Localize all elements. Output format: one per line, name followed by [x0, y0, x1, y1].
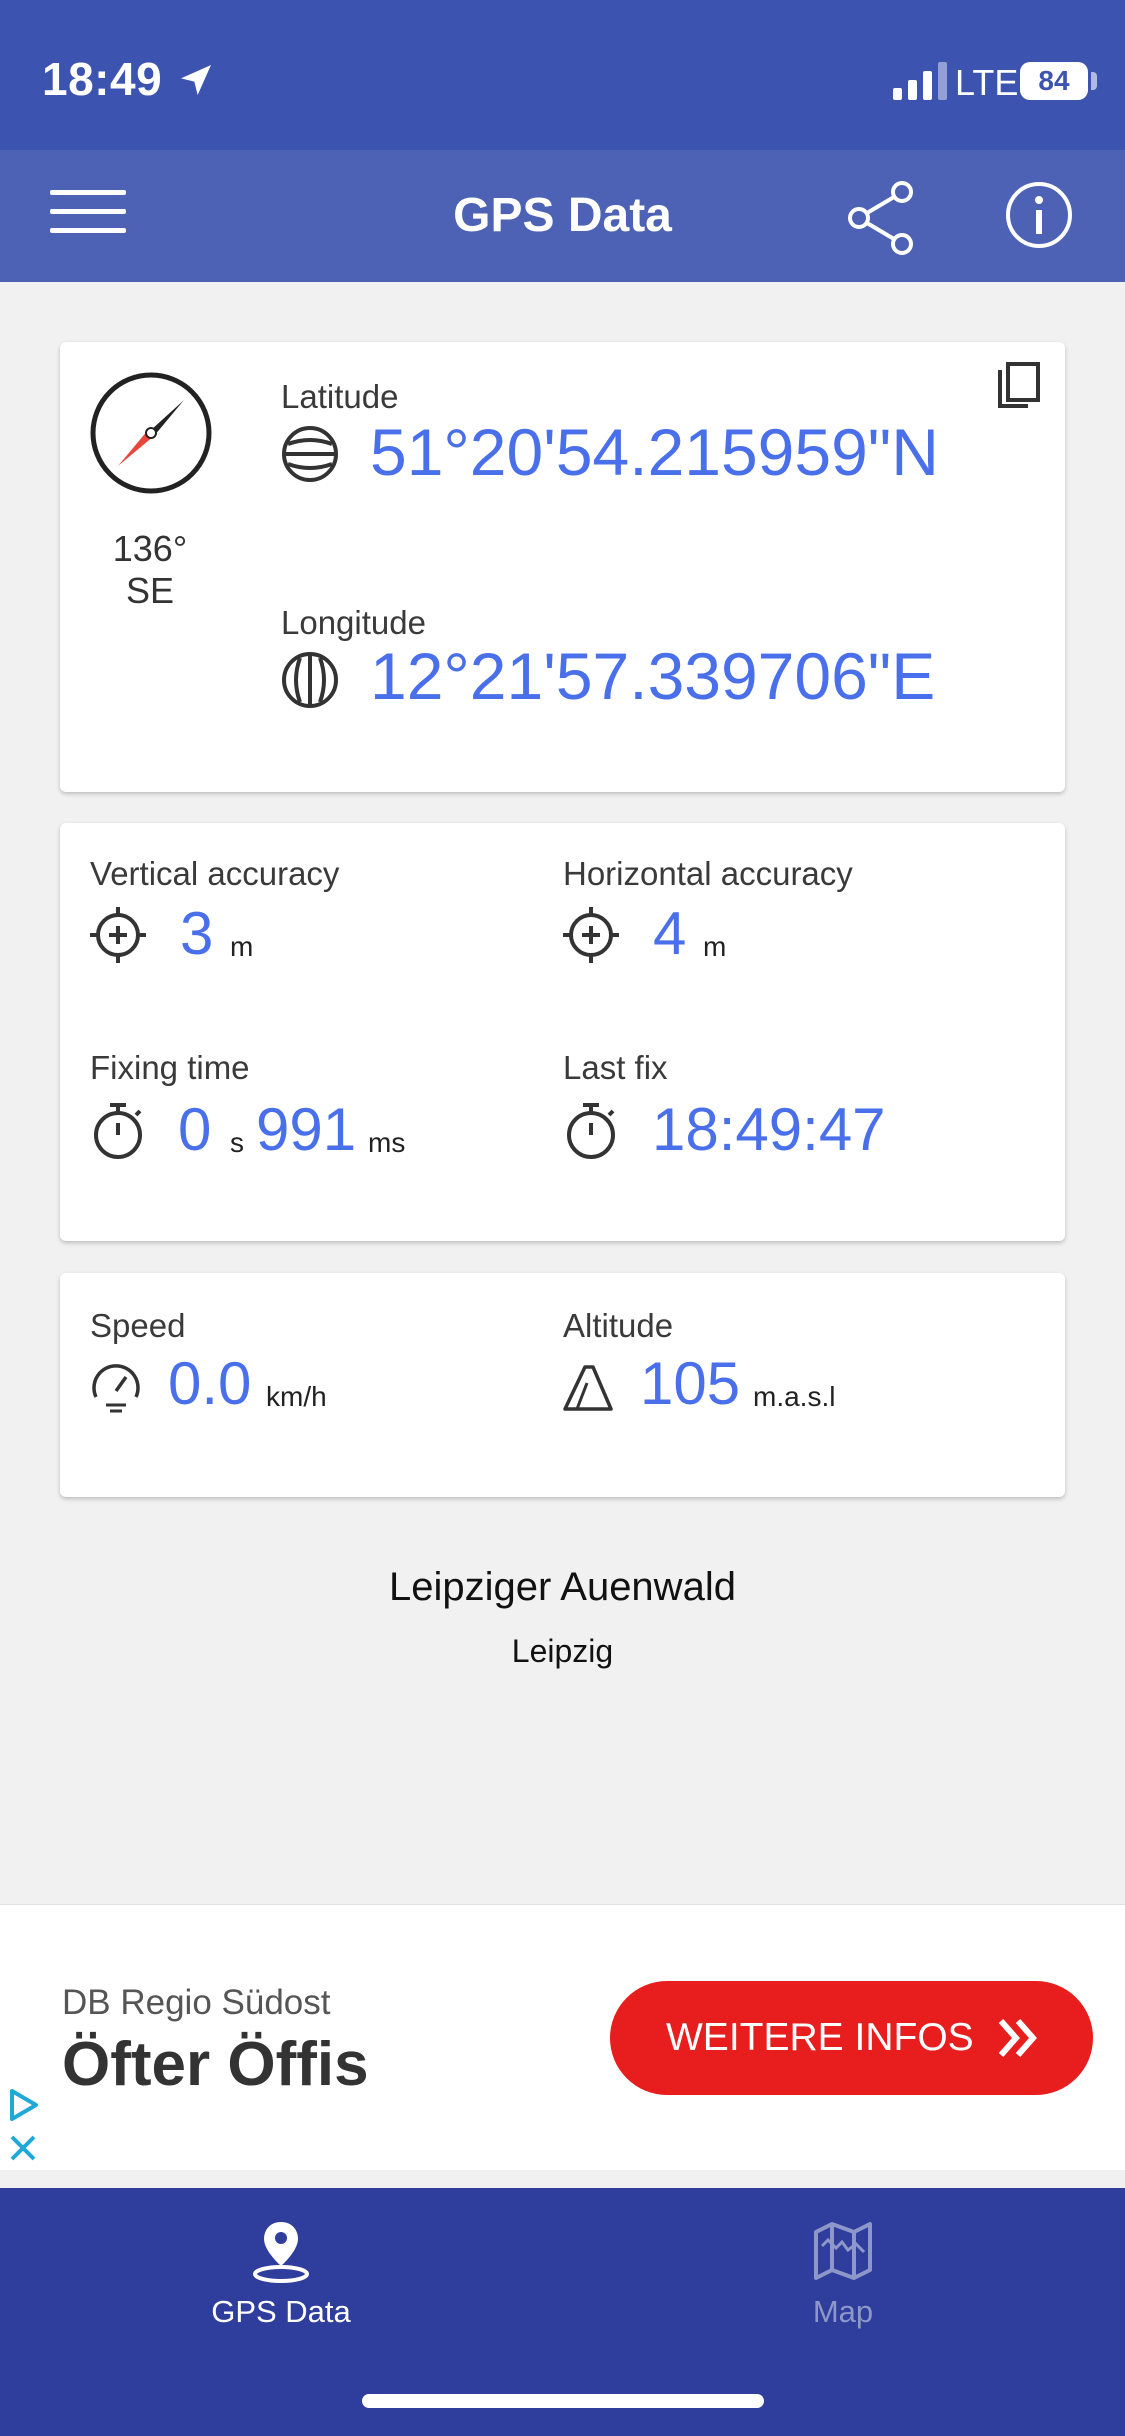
location-pin-icon	[253, 2222, 309, 2283]
vertical-accuracy-unit: m	[230, 931, 254, 962]
nav-label-gps-data: GPS Data	[211, 2294, 351, 2329]
close-icon[interactable]	[8, 2133, 38, 2163]
battery-indicator: 84	[1020, 62, 1088, 100]
ad-headline: Öfter Öffis	[62, 2030, 369, 2099]
horizontal-accuracy-label: Horizontal accuracy	[563, 855, 853, 892]
altitude-label: Altitude	[563, 1307, 674, 1344]
place-city: Leipzig	[511, 1633, 614, 1669]
place-name: Leipziger Auenwald	[389, 1565, 736, 1609]
fixing-ms-value: 991	[256, 1096, 357, 1163]
home-indicator	[362, 2394, 764, 2408]
location-arrow-icon	[181, 65, 211, 95]
info-icon[interactable]	[1004, 180, 1074, 250]
status-time: 18:49	[42, 53, 163, 105]
motion-card: Speed 0.0 km/h Altitude 105 m.a.s.l	[60, 1273, 1065, 1497]
coordinates-card: 136° SE Latitude 51°20'54.215959"N Longi…	[60, 342, 1065, 792]
fixing-ms-unit: ms	[368, 1127, 406, 1158]
fixing-time-label: Fixing time	[90, 1049, 250, 1086]
mountain-icon	[563, 1365, 613, 1411]
vertical-accuracy-label: Vertical accuracy	[90, 855, 340, 892]
stopwatch-icon	[567, 1103, 615, 1159]
nav-item-map[interactable]: Map	[562, 2188, 1124, 2368]
double-chevron-icon	[998, 2019, 1038, 2057]
fixing-seconds-unit: s	[230, 1127, 244, 1158]
ad-cta-button[interactable]: WEITERE INFOS	[610, 1981, 1093, 2095]
heading-direction: SE	[125, 570, 175, 611]
heading-degrees: 136°	[112, 528, 188, 569]
altitude-value: 105	[640, 1350, 741, 1417]
altitude-unit: m.a.s.l	[753, 1381, 836, 1412]
status-bar: 18:49 LTE 84	[0, 0, 1125, 150]
fixing-seconds-value: 0	[178, 1096, 212, 1163]
last-fix-value: 18:49:47	[652, 1096, 886, 1163]
latitude-value: 51°20'54.215959"N	[370, 415, 939, 489]
compass-icon	[90, 372, 212, 494]
longitude-globe-icon	[282, 652, 338, 708]
ad-cta-label: WEITERE INFOS	[666, 2016, 974, 2059]
page-title: GPS Data	[453, 189, 672, 242]
longitude-value: 12°21'57.339706"E	[370, 639, 936, 713]
speed-unit: km/h	[266, 1381, 327, 1412]
battery-tip	[1091, 72, 1097, 90]
crosshair-icon	[90, 907, 146, 963]
latitude-globe-icon	[282, 426, 338, 482]
horizontal-accuracy-value: 4	[653, 900, 687, 967]
ad-banner[interactable]: DB Regio Südost Öfter Öffis WEITERE INFO…	[0, 1904, 1125, 2170]
speed-value: 0.0	[168, 1350, 252, 1417]
copy-icon[interactable]	[994, 360, 1044, 416]
signal-icon	[893, 62, 947, 100]
accuracy-card: Vertical accuracy 3 m Horizontal accurac…	[60, 823, 1065, 1241]
stopwatch-icon	[94, 1103, 142, 1159]
latitude-label: Latitude	[281, 378, 399, 415]
ad-choices-icon[interactable]	[6, 2087, 40, 2123]
nav-label-map: Map	[812, 2294, 874, 2329]
ad-sponsor: DB Regio Südost	[62, 1983, 331, 2022]
network-type: LTE	[955, 62, 1019, 103]
longitude-label: Longitude	[281, 604, 426, 641]
horizontal-accuracy-unit: m	[703, 931, 727, 962]
crosshair-icon	[563, 907, 619, 963]
nav-item-gps-data[interactable]: GPS Data	[0, 2188, 562, 2368]
vertical-accuracy-value: 3	[180, 900, 214, 967]
app-bar: GPS Data	[0, 150, 1125, 282]
map-icon	[814, 2222, 872, 2280]
speed-label: Speed	[90, 1307, 186, 1344]
speedometer-icon	[92, 1364, 140, 1413]
share-icon[interactable]	[846, 180, 916, 256]
last-fix-label: Last fix	[563, 1049, 668, 1086]
